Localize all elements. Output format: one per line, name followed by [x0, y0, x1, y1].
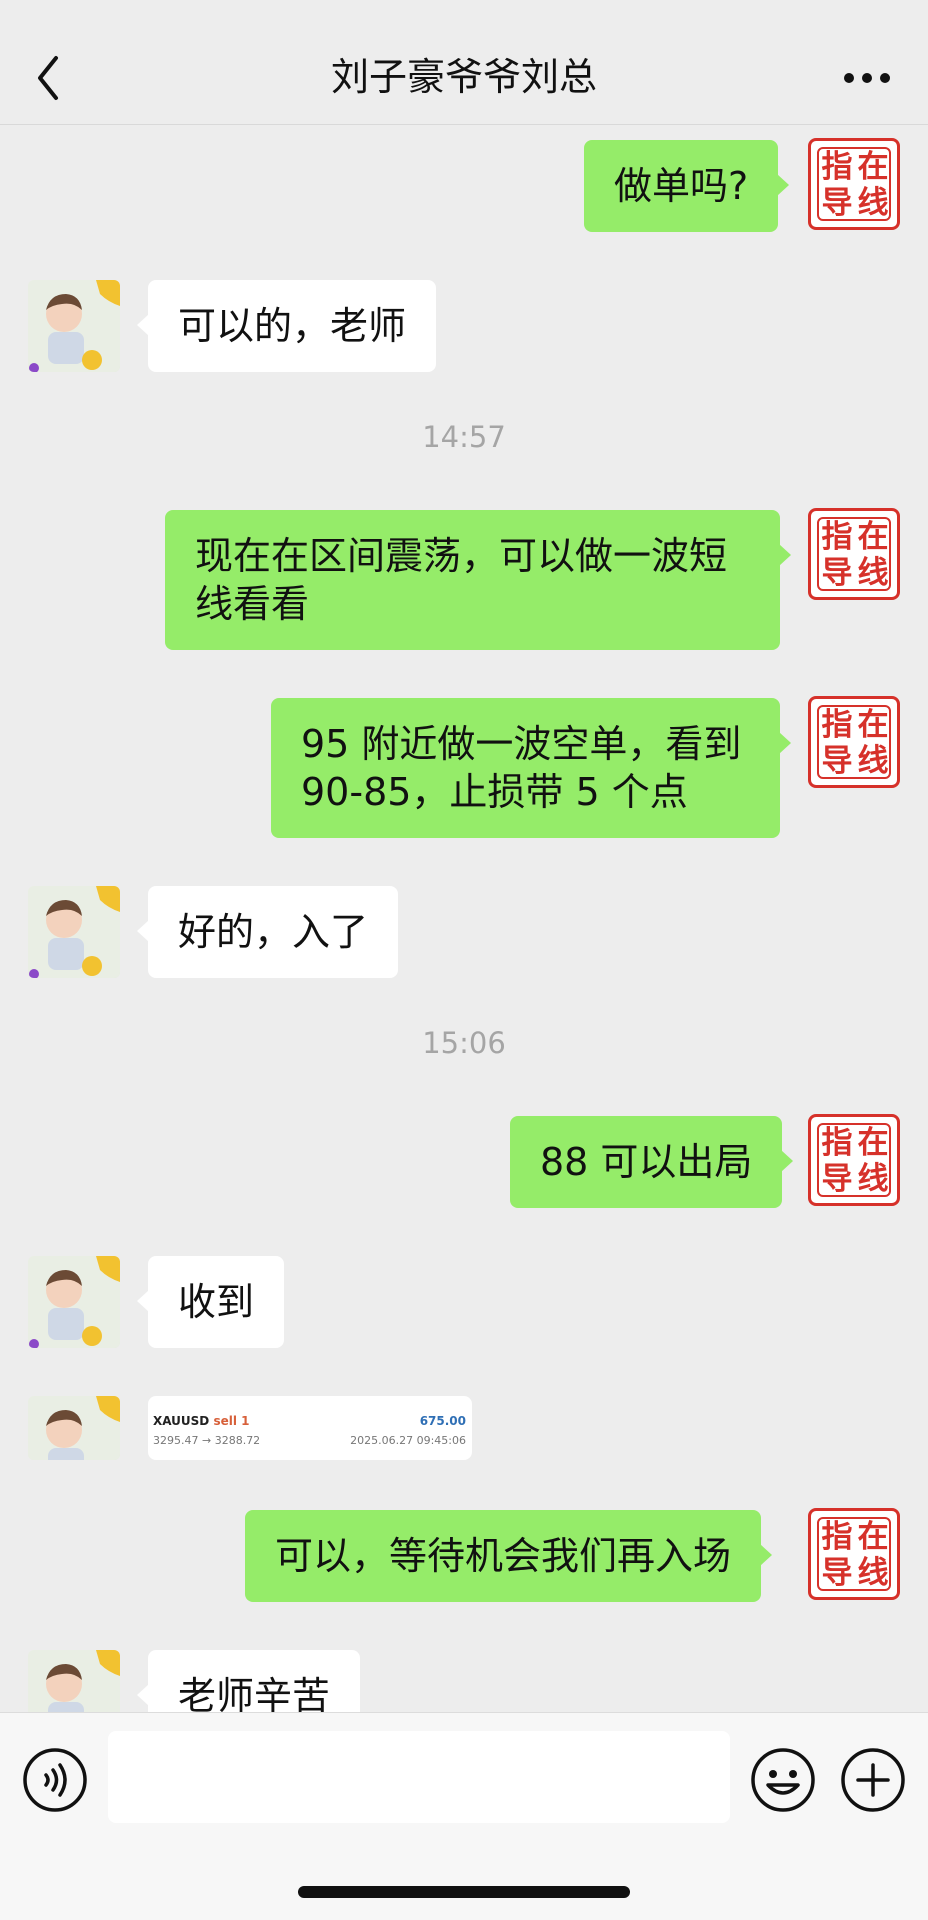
message-bubble-received[interactable]: 可以的，老师: [136, 280, 437, 372]
my-avatar[interactable]: 指 在 导 线: [808, 696, 900, 788]
baby-photo-icon: [28, 1650, 120, 1712]
more-horizontal-icon: [844, 73, 890, 83]
message-bubble-received[interactable]: 好的，入了: [136, 886, 399, 978]
my-avatar[interactable]: 指 在 导 线: [808, 138, 900, 230]
message-bubble-received[interactable]: 收到: [136, 1256, 285, 1348]
contact-avatar[interactable]: [28, 280, 120, 372]
trade-profit: 675.00: [419, 1414, 466, 1428]
contact-avatar[interactable]: [28, 1256, 120, 1348]
plus-button[interactable]: [840, 1747, 906, 1813]
seal-logo: 指 在 导 线: [817, 1517, 891, 1591]
seal-logo: 指 在 导 线: [817, 517, 891, 591]
home-indicator[interactable]: [298, 1886, 630, 1898]
timestamp: 15:06: [422, 1026, 506, 1060]
message-input[interactable]: [108, 1731, 730, 1823]
more-button[interactable]: [842, 66, 892, 90]
message-bubble-sent[interactable]: 88 可以出局: [510, 1116, 794, 1208]
contact-avatar[interactable]: [28, 1396, 120, 1460]
trade-symbol: XAUUSD sell 1: [153, 1414, 250, 1428]
baby-photo-icon: [28, 280, 120, 372]
seal-logo: 指 在 导 线: [817, 1123, 891, 1197]
contact-avatar[interactable]: [28, 886, 120, 978]
timestamp: 14:57: [422, 420, 506, 454]
my-avatar[interactable]: 指 在 导 线: [808, 1114, 900, 1206]
message-bubble-sent[interactable]: 95 附近做一波空单，看到 90-85，止损带 5 个点: [271, 698, 791, 838]
voice-button[interactable]: [22, 1747, 88, 1813]
baby-photo-icon: [28, 1396, 120, 1460]
chat-title: 刘子豪爷爷刘总: [330, 55, 597, 99]
plus-icon: [841, 1748, 905, 1812]
trade-side: sell 1: [213, 1414, 250, 1428]
message-bubble-received[interactable]: 老师辛苦: [136, 1650, 361, 1712]
baby-photo-icon: [28, 886, 120, 978]
trade-screenshot-card[interactable]: XAUUSD sell 1 675.00 3295.47 → 3288.72 2…: [148, 1396, 472, 1460]
chat-header: 刘子豪爷爷刘总: [0, 0, 928, 125]
message-bubble-sent[interactable]: 可以，等待机会我们再入场: [245, 1510, 773, 1602]
chat-area[interactable]: 做单吗? 指 在 导 线 可以的，老师 14:57 现在在区间震荡，可以做一波短…: [0, 126, 928, 1712]
seal-logo: 指 在 导 线: [817, 147, 891, 221]
emoji-button[interactable]: [750, 1747, 816, 1813]
my-avatar[interactable]: 指 在 导 线: [808, 1508, 900, 1600]
baby-photo-icon: [28, 1256, 120, 1348]
message-bubble-sent[interactable]: 现在在区间震荡，可以做一波短线看看: [165, 510, 791, 650]
emoji-icon: [751, 1748, 815, 1812]
voice-icon: [23, 1748, 87, 1812]
seal-logo: 指 在 导 线: [817, 705, 891, 779]
contact-avatar[interactable]: [28, 1650, 120, 1712]
trade-timestamp: 2025.06.27 09:45:06: [350, 1434, 466, 1447]
my-avatar[interactable]: 指 在 导 线: [808, 508, 900, 600]
trade-prices: 3295.47 → 3288.72: [153, 1434, 261, 1447]
message-bubble-sent[interactable]: 做单吗?: [584, 140, 790, 232]
